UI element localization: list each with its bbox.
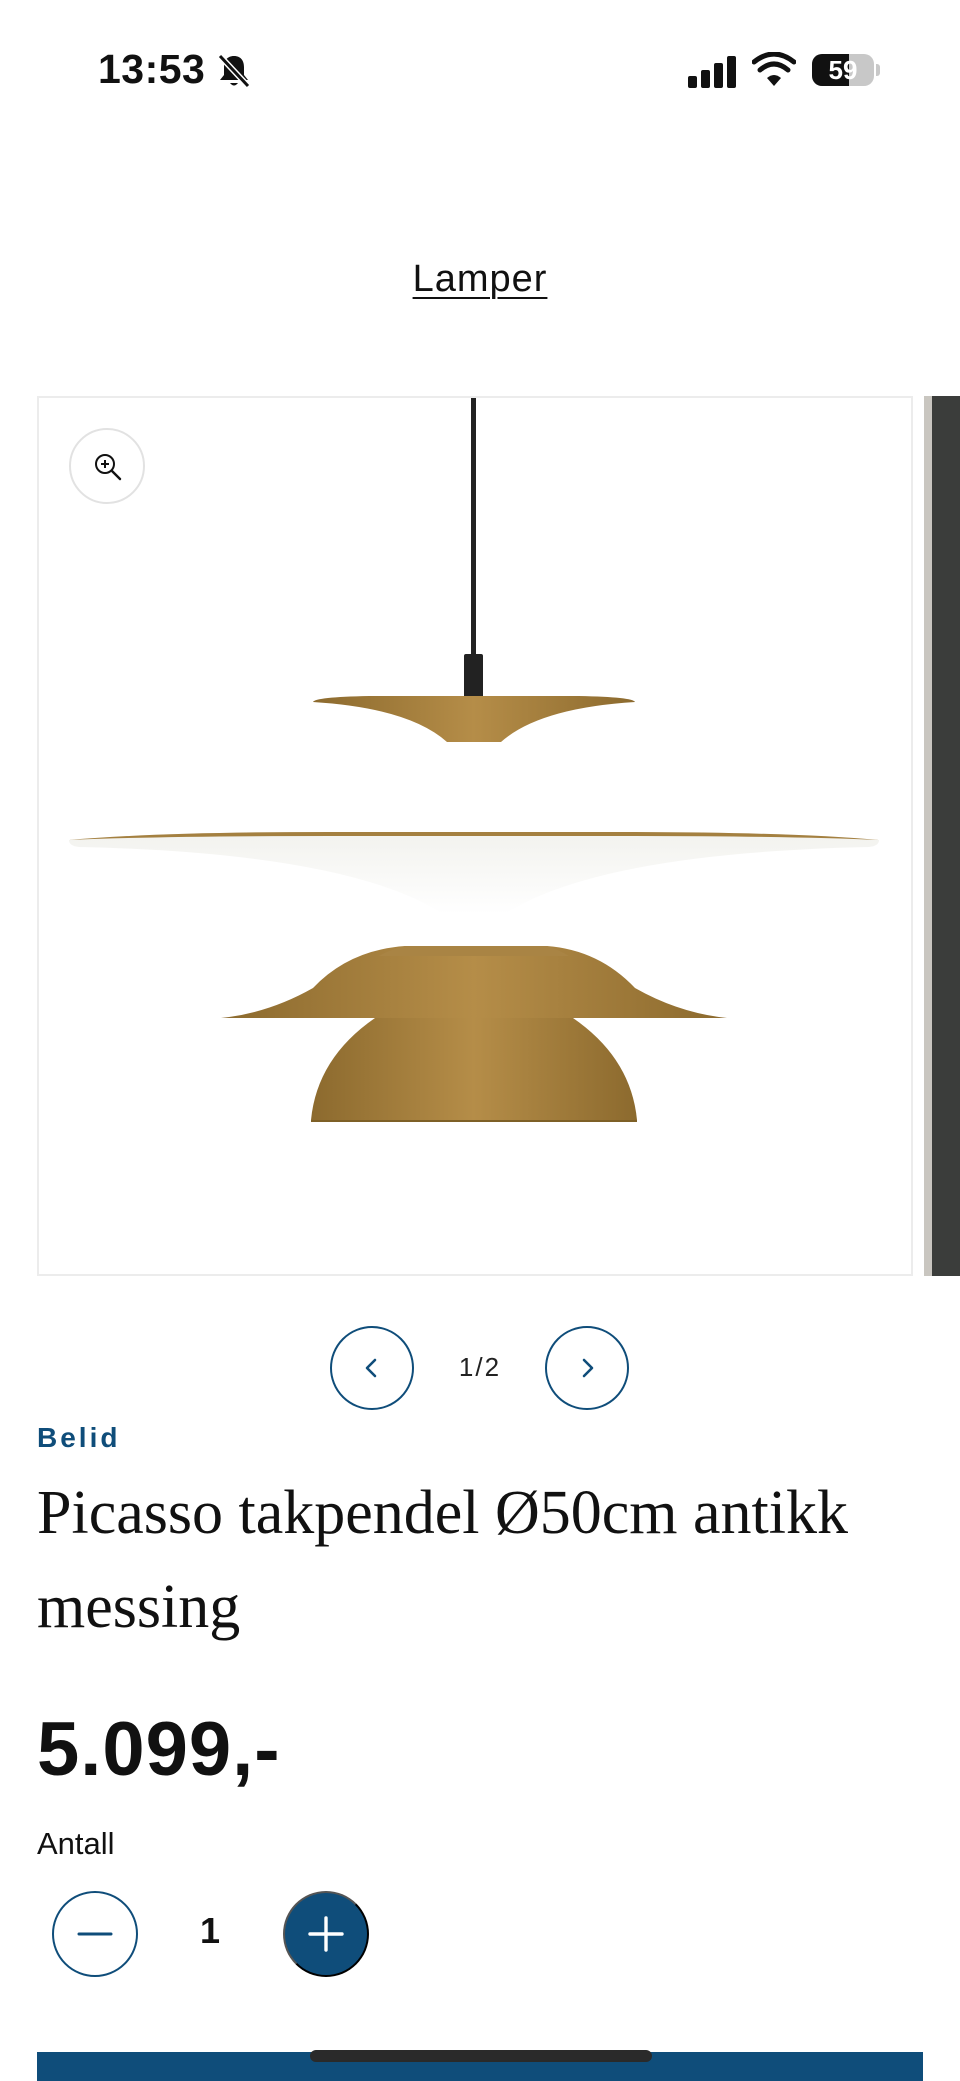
previous-image-button[interactable] (330, 1326, 414, 1410)
product-title: Picasso takpendel Ø50cm antikk messing (37, 1479, 848, 1641)
brand-link[interactable]: Belid (37, 1422, 120, 1454)
minus-icon (77, 1932, 113, 1936)
battery-percentage: 59 (828, 55, 858, 85)
signal-icon (688, 56, 736, 88)
breadcrumb-link-lamper[interactable]: Lamper (413, 258, 548, 300)
next-slide-preview[interactable] (924, 396, 960, 1276)
zoom-in-icon (95, 454, 122, 481)
product-image-gallery[interactable] (37, 396, 913, 1276)
zoom-button[interactable] (69, 428, 145, 504)
gallery-counter: 1/2 (458, 1352, 502, 1382)
status-time: 13:53 (98, 46, 206, 92)
next-image-button[interactable] (545, 1326, 629, 1410)
increase-quantity-button[interactable] (283, 1891, 369, 1977)
product-price: 5.099,- (37, 1707, 281, 1792)
wifi-icon (752, 52, 796, 86)
decrease-quantity-button[interactable] (52, 1891, 138, 1977)
chevron-left-icon (365, 1358, 377, 1378)
bell-slash-icon (217, 53, 251, 89)
quantity-label: Antall (37, 1826, 115, 1861)
home-indicator (310, 2050, 652, 2062)
product-image (69, 398, 879, 1122)
status-bar: 13:53 59 (0, 0, 960, 140)
plus-icon (308, 1916, 344, 1952)
quantity-value[interactable]: 1 (180, 1910, 240, 1952)
battery-icon: 59 (812, 54, 880, 86)
breadcrumb: Lamper (0, 258, 960, 301)
chevron-right-icon (582, 1358, 594, 1378)
